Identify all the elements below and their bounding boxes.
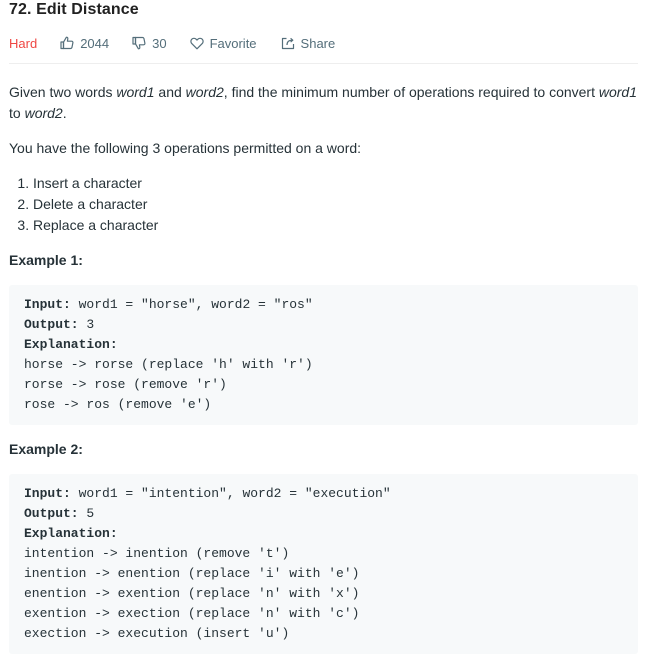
output-value: 3 [78, 317, 95, 332]
output-label: Output: [24, 317, 79, 332]
input-label: Input: [24, 486, 71, 501]
var-word2: word2 [185, 84, 224, 100]
favorite-button[interactable]: Favorite [189, 35, 257, 51]
example-2-heading: Example 2: [9, 441, 83, 457]
input-value: word1 = "intention", word2 = "execution" [70, 486, 391, 501]
dislike-count: 30 [152, 35, 167, 51]
output-value: 5 [78, 506, 95, 521]
var-word2: word2 [24, 105, 63, 121]
text: , find the minimum number of operations … [223, 84, 599, 100]
explanation-step: enention -> exention (replace 'n' with '… [24, 586, 360, 601]
like-button[interactable]: 2044 [60, 36, 109, 51]
explanation-label: Explanation: [24, 337, 118, 352]
operations-list: Insert a character Delete a character Re… [9, 173, 638, 236]
like-count: 2044 [80, 35, 110, 51]
example-1-code-block: Input: word1 = "horse", word2 = "ros" Ou… [9, 285, 638, 425]
explanation-step: rose -> ros (remove 'e') [24, 397, 212, 412]
explanation-step: exention -> exection (replace 'n' with '… [24, 606, 360, 621]
dislike-button[interactable]: 30 [132, 35, 167, 51]
problem-meta-bar: Hard 2044 30 Favorite Share [9, 34, 335, 52]
description-paragraph-2: You have the following 3 operations perm… [9, 140, 362, 156]
problem-title: 72. Edit Distance [9, 1, 139, 18]
explanation-step: horse -> rorse (replace 'h' with 'r') [24, 357, 313, 372]
description-paragraph-1: Given two words word1 and word2, find th… [9, 82, 638, 124]
input-value: word1 = "horse", word2 = "ros" [70, 297, 313, 312]
text: Given two words [9, 84, 117, 100]
list-item: Insert a character [33, 173, 638, 194]
problem-description: Given two words word1 and word2, find th… [9, 82, 638, 654]
share-icon [281, 36, 295, 50]
divider [9, 63, 638, 64]
explanation-step: intention -> inention (remove 't') [24, 546, 290, 561]
share-button[interactable]: Share [281, 35, 336, 51]
explanation-step: inention -> enention (replace 'i' with '… [24, 566, 360, 581]
var-word1: word1 [116, 84, 155, 100]
output-label: Output: [24, 506, 79, 521]
share-label: Share [300, 35, 336, 51]
explanation-step: exection -> execution (insert 'u') [24, 626, 290, 641]
input-label: Input: [24, 297, 71, 312]
example-1-heading: Example 1: [9, 252, 83, 268]
text: to [9, 105, 25, 121]
list-item: Delete a character [33, 194, 638, 215]
favorite-label: Favorite [209, 35, 257, 51]
explanation-label: Explanation: [24, 526, 118, 541]
example-2-code-block: Input: word1 = "intention", word2 = "exe… [9, 474, 638, 654]
text: and [154, 84, 186, 100]
explanation-step: rorse -> rose (remove 'r') [24, 377, 227, 392]
list-item: Replace a character [33, 215, 638, 236]
difficulty-badge: Hard [9, 35, 38, 51]
thumbs-down-icon [132, 36, 146, 50]
thumbs-up-icon [60, 36, 74, 50]
heart-icon [189, 37, 204, 50]
text: . [62, 105, 67, 121]
var-word1: word1 [598, 84, 638, 100]
